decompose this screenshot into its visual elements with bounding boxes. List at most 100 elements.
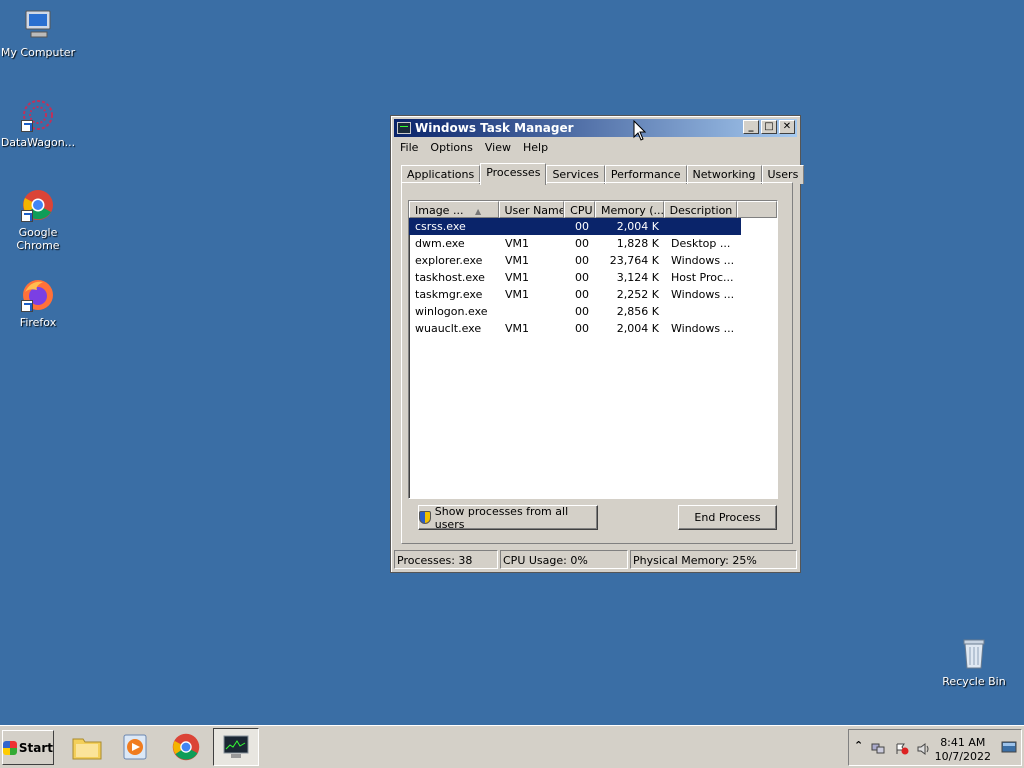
close-button[interactable]: ✕ (779, 120, 795, 134)
table-row[interactable]: wuauclt.exe VM1 00 2,004 K Windows ... (409, 320, 777, 337)
menu-view[interactable]: View (479, 141, 517, 154)
cell-cpu: 00 (575, 237, 589, 250)
taskbar-chrome[interactable] (163, 728, 209, 766)
column-image-name[interactable]: Image ... ▲ (409, 201, 499, 218)
windows-flag-icon (3, 740, 17, 755)
cell-user: VM1 (505, 288, 530, 301)
computer-icon (21, 8, 55, 42)
column-filler (737, 201, 777, 218)
cell-image: taskmgr.exe (415, 288, 483, 301)
sort-ascending-icon: ▲ (474, 207, 482, 216)
process-list[interactable]: Image ... ▲ User Name CPU Memory (... De… (408, 200, 778, 499)
table-row[interactable]: taskmgr.exe VM1 00 2,252 K Windows ... (409, 286, 777, 303)
task-manager-icon (223, 735, 249, 758)
datawagon-icon (21, 98, 55, 132)
show-desktop-icon[interactable] (1001, 741, 1017, 753)
menu-file[interactable]: File (394, 141, 424, 154)
media-player-icon (123, 734, 147, 760)
cell-image: wuauclt.exe (415, 322, 482, 335)
menu-help[interactable]: Help (517, 141, 554, 154)
window-title: Windows Task Manager (415, 121, 574, 135)
status-bar: Processes: 38 CPU Usage: 0% Physical Mem… (394, 550, 797, 569)
cell-memory: 2,856 K (616, 305, 659, 318)
status-processes: Processes: 38 (394, 550, 498, 569)
cell-user: VM1 (505, 322, 530, 335)
action-center-flag-icon[interactable] (895, 743, 909, 755)
cell-cpu: 00 (575, 254, 589, 267)
taskbar-explorer[interactable] (64, 728, 110, 766)
cell-image: dwm.exe (415, 237, 465, 250)
column-cpu[interactable]: CPU (564, 201, 595, 218)
tab-processes[interactable]: Processes (480, 163, 547, 185)
cell-user: VM1 (505, 237, 530, 250)
start-button[interactable]: Start (2, 730, 54, 765)
clock[interactable]: 8:41 AM 10/7/2022 (935, 736, 991, 764)
shortcut-arrow-icon (21, 300, 33, 312)
cell-description: Desktop ... (671, 237, 731, 250)
task-manager-window[interactable]: Windows Task Manager _ □ ✕ File Options … (390, 115, 805, 573)
status-physical-memory: Physical Memory: 25% (630, 550, 797, 569)
column-user-name[interactable]: User Name (498, 201, 565, 218)
cell-cpu: 00 (575, 220, 589, 233)
cell-memory: 2,004 K (616, 322, 659, 335)
task-manager-icon (397, 122, 411, 134)
desktop-icon-my-computer[interactable]: My Computer (0, 8, 76, 59)
cell-description: Host Proc... (671, 271, 734, 284)
desktop-icon-google-chrome[interactable]: Google Chrome (0, 188, 76, 252)
cell-image: csrss.exe (415, 220, 466, 233)
volume-icon[interactable] (917, 743, 931, 755)
cell-cpu: 00 (575, 271, 589, 284)
shortcut-arrow-icon (21, 210, 33, 222)
cell-memory: 23,764 K (609, 254, 659, 267)
cell-memory: 2,004 K (616, 220, 659, 233)
taskbar: Start ⌃ 8:41 AM 10/7/2022 (0, 725, 1024, 768)
taskbar-task-manager[interactable] (213, 728, 259, 766)
process-rows: csrss.exe 00 2,004 K dwm.exe VM1 00 1,82… (409, 218, 777, 337)
cell-memory: 1,828 K (616, 237, 659, 250)
table-row[interactable]: winlogon.exe 00 2,856 K (409, 303, 777, 320)
taskbar-media-player[interactable] (112, 728, 158, 766)
menu-bar: File Options View Help (394, 138, 797, 156)
desktop-icon-firefox[interactable]: Firefox (0, 278, 76, 329)
clock-date: 10/7/2022 (934, 750, 991, 763)
cell-image: winlogon.exe (415, 305, 488, 318)
table-row[interactable]: explorer.exe VM1 00 23,764 K Windows ... (409, 252, 777, 269)
title-bar[interactable]: Windows Task Manager _ □ ✕ (394, 119, 797, 137)
show-all-processes-button[interactable]: Show processes from all users (418, 505, 598, 531)
cell-description: Windows ... (671, 288, 735, 301)
cell-memory: 2,252 K (616, 288, 659, 301)
cell-cpu: 00 (575, 322, 589, 335)
minimize-button[interactable]: _ (743, 120, 759, 134)
cell-cpu: 00 (575, 288, 589, 301)
desktop-icon-label: Firefox (19, 316, 57, 329)
system-tray: ⌃ 8:41 AM 10/7/2022 (848, 729, 1022, 766)
end-process-button[interactable]: End Process (678, 505, 777, 530)
cell-image: taskhost.exe (415, 271, 485, 284)
cell-user: VM1 (505, 271, 530, 284)
menu-options[interactable]: Options (424, 141, 478, 154)
desktop-icon-label: Google Chrome (16, 226, 60, 252)
maximize-button[interactable]: □ (761, 120, 777, 134)
desktop-icon-label: DataWagon... (0, 136, 76, 149)
column-description[interactable]: Description (663, 201, 738, 218)
table-row[interactable]: csrss.exe 00 2,004 K (409, 218, 741, 235)
chrome-icon (21, 188, 55, 222)
show-hidden-icons-button[interactable]: ⌃ (854, 739, 863, 752)
network-icon[interactable] (871, 743, 885, 755)
folder-icon (72, 738, 102, 760)
cell-description: Windows ... (671, 322, 735, 335)
uac-shield-icon (419, 511, 431, 524)
column-memory[interactable]: Memory (... (595, 201, 664, 218)
cell-memory: 3,124 K (616, 271, 659, 284)
cell-image: explorer.exe (415, 254, 483, 267)
recycle-bin-icon (957, 637, 991, 671)
mouse-cursor-icon (633, 120, 647, 141)
desktop-icon-recycle-bin[interactable]: Recycle Bin (936, 637, 1012, 688)
table-row[interactable]: dwm.exe VM1 00 1,828 K Desktop ... (409, 235, 777, 252)
status-cpu-usage: CPU Usage: 0% (500, 550, 628, 569)
table-row[interactable]: taskhost.exe VM1 00 3,124 K Host Proc... (409, 269, 777, 286)
cell-description: Windows ... (671, 254, 735, 267)
desktop-icon-datawagon[interactable]: DataWagon... (0, 98, 76, 149)
desktop-icon-label: My Computer (0, 46, 76, 59)
firefox-icon (21, 278, 55, 312)
